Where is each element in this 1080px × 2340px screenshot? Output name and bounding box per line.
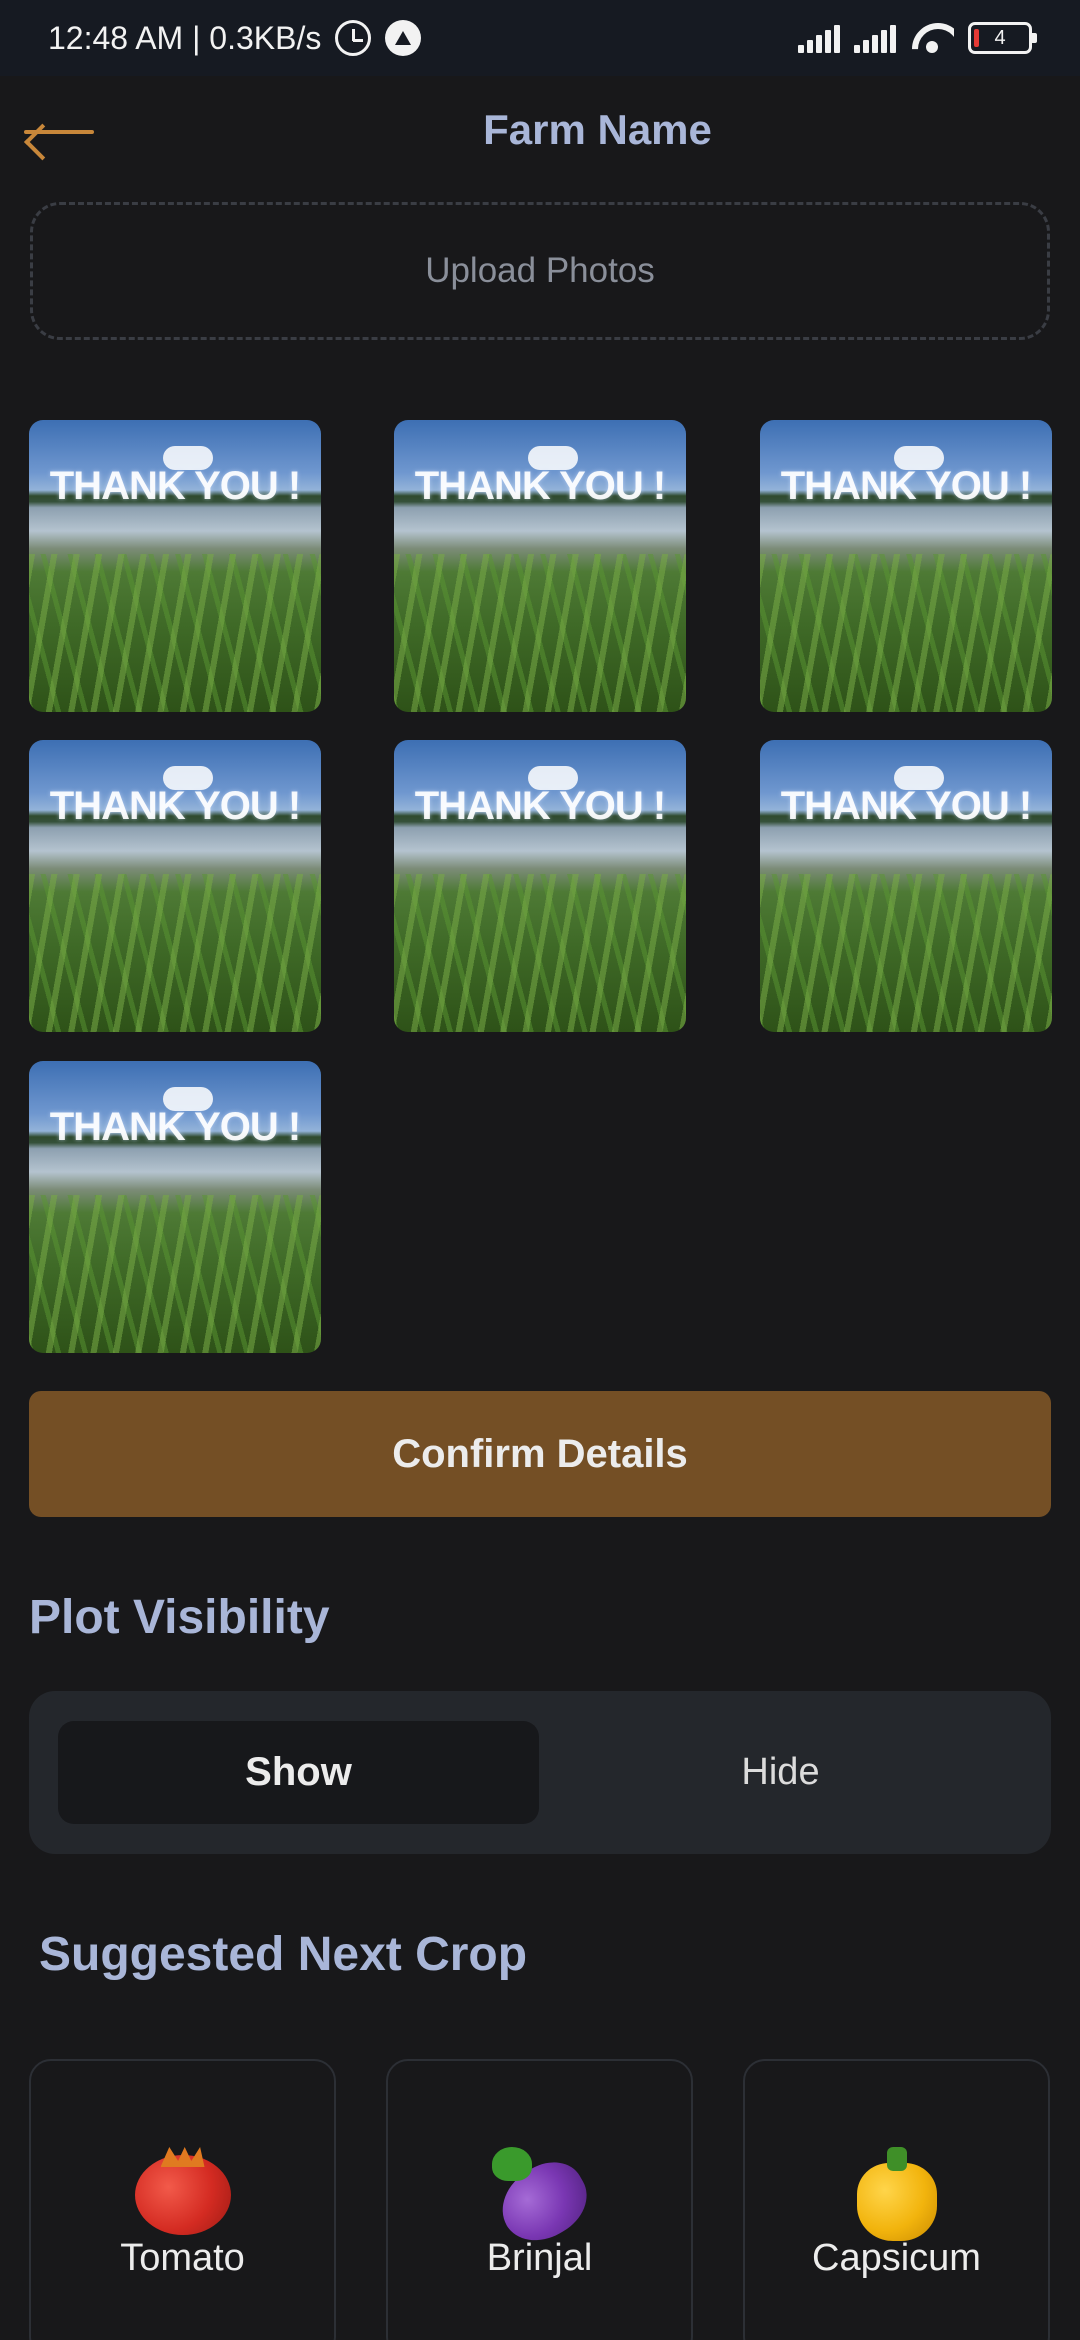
photo-caption: THANK YOU !: [414, 783, 666, 828]
photo-thumbnail[interactable]: THANK YOU !: [29, 1061, 321, 1353]
tomato-icon: [134, 2147, 231, 2235]
confirm-details-button[interactable]: Confirm Details: [29, 1391, 1051, 1517]
photo-thumbnail[interactable]: THANK YOU !: [394, 420, 686, 712]
photo-caption: THANK YOU !: [49, 463, 301, 508]
page-title: Farm Name: [483, 106, 712, 153]
photo-thumbnail[interactable]: THANK YOU !: [29, 740, 321, 1032]
upload-photos-button[interactable]: Upload Photos: [30, 202, 1050, 340]
photo-caption: THANK YOU !: [414, 463, 666, 508]
crop-label: Brinjal: [486, 2237, 593, 2279]
photo-thumbnail[interactable]: THANK YOU !: [29, 420, 321, 712]
crop-card-tomato[interactable]: Tomato: [29, 2059, 336, 2340]
suggested-crop-title: Suggested Next Crop: [39, 1928, 528, 1981]
app-notification-icon: [385, 20, 422, 56]
status-time-speed: 12:48 AM | 0.3KB/s: [48, 19, 322, 56]
farm-details-screen: 12:48 AM | 0.3KB/s 4 Farm Name Upload Ph…: [0, 0, 1080, 2340]
photo-thumbnail[interactable]: THANK YOU !: [760, 420, 1052, 712]
cell-signal-2-icon: [854, 23, 896, 53]
crop-card-brinjal[interactable]: Brinjal: [386, 2059, 693, 2340]
photo-thumbnail[interactable]: THANK YOU !: [760, 740, 1052, 1032]
capsicum-icon: [856, 2147, 937, 2241]
header: Farm Name: [0, 76, 1080, 186]
status-right: 4: [798, 21, 1037, 55]
plot-visibility-title: Plot Visibility: [29, 1591, 330, 1644]
photo-caption: THANK YOU !: [780, 783, 1032, 828]
wifi-icon: [910, 21, 954, 55]
battery-level: 4: [994, 26, 1006, 49]
brinjal-icon: [487, 2147, 600, 2255]
crop-label: Capsicum: [812, 2237, 981, 2279]
photo-caption: THANK YOU !: [49, 1104, 301, 1149]
crop-card-capsicum[interactable]: Capsicum: [743, 2059, 1050, 2340]
toggle-show-option[interactable]: Show: [58, 1721, 539, 1824]
toggle-hide-option[interactable]: Hide: [539, 1721, 1022, 1824]
battery-icon: 4: [968, 22, 1037, 54]
cell-signal-icon: [798, 23, 840, 53]
status-bar: 12:48 AM | 0.3KB/s 4: [0, 0, 1080, 76]
status-left: 12:48 AM | 0.3KB/s: [48, 19, 422, 57]
plot-visibility-toggle: Show Hide: [29, 1691, 1051, 1854]
photo-caption: THANK YOU !: [780, 463, 1032, 508]
crop-label: Tomato: [120, 2237, 245, 2279]
photo-caption: THANK YOU !: [49, 783, 301, 828]
photo-thumbnail[interactable]: THANK YOU !: [394, 740, 686, 1032]
alarm-icon: [335, 20, 372, 56]
